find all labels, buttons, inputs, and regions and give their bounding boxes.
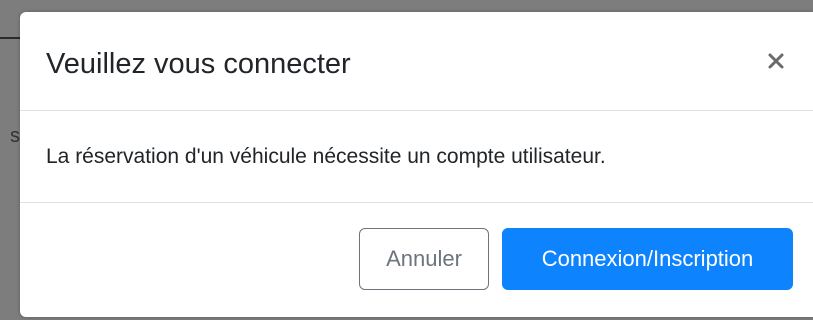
close-icon [768, 53, 784, 69]
modal-body: La réservation d'un véhicule nécessite u… [20, 111, 813, 203]
modal-message: La réservation d'un véhicule nécessite u… [46, 145, 606, 168]
background-text-fragment: s [10, 125, 20, 147]
cancel-button[interactable]: Annuler [359, 228, 489, 290]
login-signup-button[interactable]: Connexion/Inscription [502, 228, 793, 290]
login-required-modal: Veuillez vous connecter La réservation d… [20, 12, 813, 317]
close-button[interactable] [761, 46, 791, 76]
modal-header: Veuillez vous connecter [20, 12, 813, 111]
modal-footer: Annuler Connexion/Inscription [20, 203, 813, 317]
modal-title: Veuillez vous connecter [46, 48, 351, 80]
